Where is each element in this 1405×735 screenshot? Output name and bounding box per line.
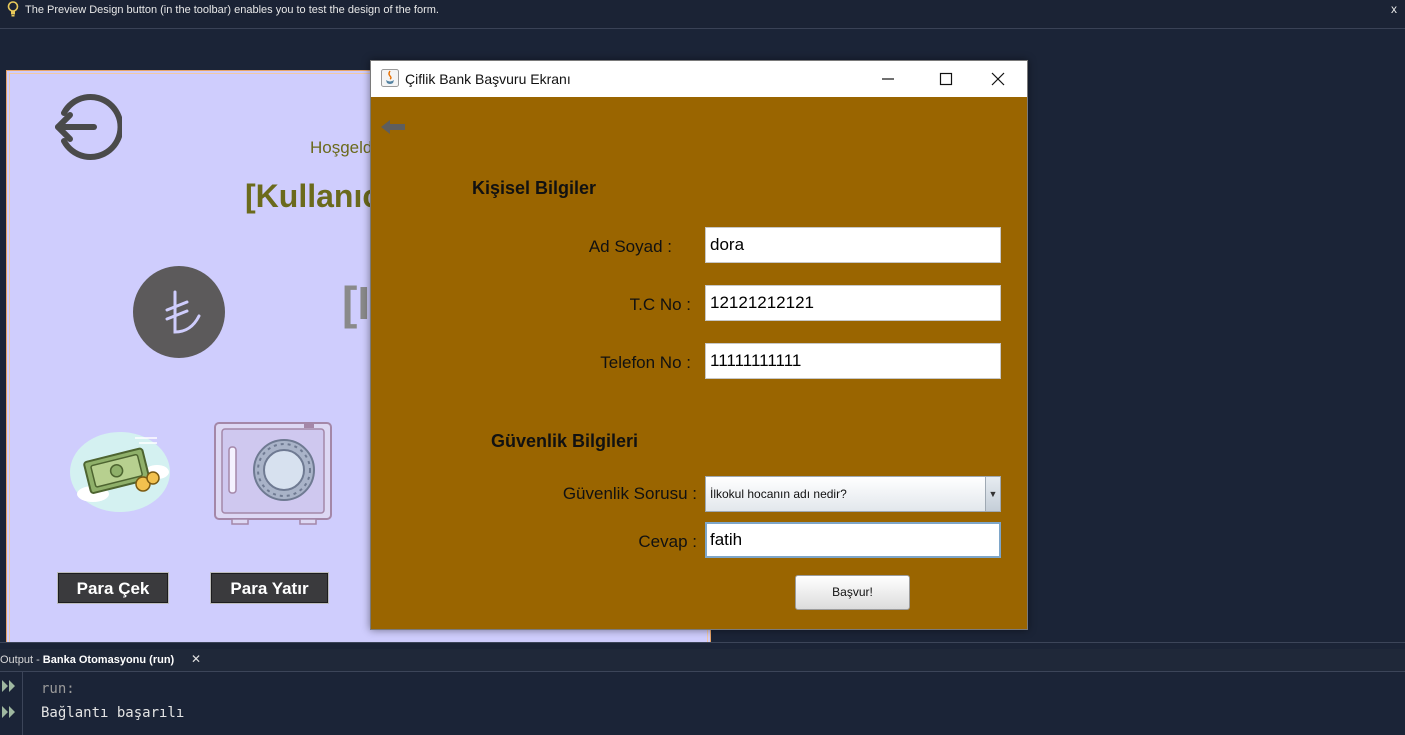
name-input[interactable] (705, 227, 1001, 263)
maximize-icon (939, 72, 953, 86)
personal-info-heading: Kişisel Bilgiler (472, 178, 597, 198)
tc-number-label: T.C No : (629, 295, 691, 314)
phone-input[interactable] (705, 343, 1001, 379)
output-tab-title: Banka Otomasyonu (run) (42, 654, 175, 666)
username-label: [Kullanıc (245, 178, 381, 214)
apply-button[interactable]: Başvur! (795, 575, 910, 610)
security-info-heading: Güvenlik Bilgileri (491, 431, 639, 451)
turkish-lira-icon (133, 266, 225, 358)
logout-icon[interactable] (50, 91, 122, 163)
lightbulb-icon (7, 1, 19, 17)
close-icon (991, 72, 1005, 86)
minimize-button[interactable] (865, 61, 911, 97)
welcome-label: Hoşgeld (310, 138, 373, 157)
withdraw-button[interactable]: Para Çek (57, 572, 169, 604)
output-panel: Output - Banka Otomasyonu (run) ✕ run: B… (0, 642, 1405, 735)
minimize-icon (882, 78, 894, 80)
security-question-value: İlkokul hocanın adı nedir? (710, 487, 847, 501)
answer-input[interactable] (705, 522, 1001, 558)
output-tab-prefix: Output - (0, 654, 43, 666)
dropdown-arrow-icon[interactable]: ▼ (985, 477, 1000, 511)
maximize-button[interactable] (923, 61, 969, 97)
phone-label: Telefon No : (600, 353, 691, 372)
close-button[interactable] (975, 61, 1021, 97)
answer-label: Cevap : (638, 532, 697, 551)
output-tab[interactable]: Output - Banka Otomasyonu (run) (0, 649, 174, 671)
money-icon (70, 432, 170, 512)
back-arrow-icon[interactable] (379, 118, 407, 136)
console-line: Bağlantı başarılı (41, 705, 185, 721)
java-app-icon (381, 69, 399, 87)
hint-text: The Preview Design button (in the toolba… (25, 4, 439, 16)
hint-close-button[interactable]: x (1391, 2, 1397, 16)
output-gutter (0, 672, 23, 735)
security-question-label: Güvenlik Sorusu : (562, 484, 697, 503)
console-line: run: (41, 681, 75, 697)
output-tab-bar: Output - Banka Otomasyonu (run) ✕ (0, 649, 1405, 672)
name-label: Ad Soyad : (588, 237, 672, 256)
hint-bar: The Preview Design button (in the toolba… (0, 0, 1405, 29)
dialog-titlebar[interactable]: Çiflik Bank Başvuru Ekranı (371, 61, 1027, 97)
rerun-with-options-icon[interactable] (1, 705, 17, 719)
rerun-icon[interactable] (1, 679, 17, 693)
safe-icon (214, 422, 332, 525)
balance-label: [I (342, 277, 371, 329)
deposit-button[interactable]: Para Yatır (210, 572, 329, 604)
security-question-select[interactable]: İlkokul hocanın adı nedir? ▼ (705, 476, 1001, 512)
application-dialog: Çiflik Bank Başvuru Ekranı Kişisel Bilgi… (370, 60, 1028, 630)
dialog-title: Çiflik Bank Başvuru Ekranı (405, 71, 571, 87)
output-tab-close-button[interactable]: ✕ (191, 652, 201, 666)
tc-number-input[interactable] (705, 285, 1001, 321)
